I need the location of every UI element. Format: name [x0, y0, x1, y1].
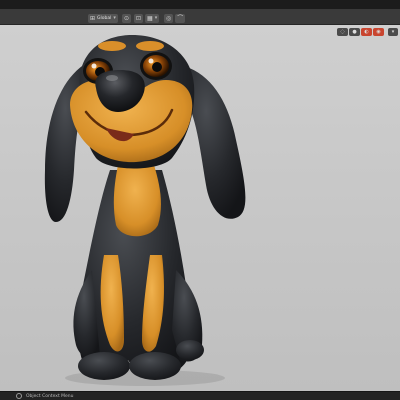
material-icon: ◐ — [364, 29, 369, 35]
transform-orientation-label: Global — [97, 15, 112, 21]
material-shading-button[interactable]: ◐ — [361, 28, 372, 36]
solid-shading-button[interactable]: ● — [349, 28, 360, 36]
chest-patch — [113, 165, 161, 237]
viewport-header: ⊞ Global ▾ ⊙ ⊡ ▦ ▾ ◎ ⌒ — [0, 9, 400, 25]
right-eyebrow — [136, 41, 164, 51]
proportional-edit-group: ◎ ⌒ — [164, 13, 186, 23]
transform-orientation-group: ⊞ Global ▾ — [88, 13, 118, 23]
rendered-icon: ◉ — [376, 29, 381, 35]
wireframe-icon: ◌ — [340, 29, 345, 35]
status-bar: Object Context Menu — [0, 391, 400, 400]
shading-mode-group: ◌ ● ◐ ◉ — [337, 28, 384, 36]
snap-icon: ⊡ — [136, 14, 142, 22]
rendered-shading-button[interactable]: ◉ — [373, 28, 384, 36]
pivot-group: ⊙ — [122, 13, 132, 23]
proportional-edit-icon: ◎ — [166, 14, 172, 22]
snap-target-icon: ▦ — [147, 14, 153, 22]
right-hind-paw — [176, 340, 204, 360]
mouse-right-icon — [16, 393, 22, 399]
left-eyebrow — [98, 41, 126, 51]
solid-icon: ● — [352, 29, 357, 35]
status-hint: Object Context Menu — [26, 393, 74, 399]
wireframe-shading-button[interactable]: ◌ — [337, 28, 348, 36]
proportional-edit-button[interactable]: ◎ — [164, 13, 174, 23]
chevron-down-icon: ▾ — [113, 14, 116, 21]
proportional-falloff-dropdown[interactable]: ⌒ — [175, 13, 186, 23]
pivot-point-button[interactable]: ⊙ — [122, 13, 132, 23]
snap-group: ⊡ ▦ ▾ — [134, 13, 160, 23]
dog-model — [44, 35, 246, 386]
transform-orientation-icon: ⊞ — [90, 14, 96, 22]
chevron-down-icon: ▾ — [391, 29, 395, 35]
3d-viewport[interactable]: ◌ ● ◐ ◉ ▾ — [0, 25, 400, 391]
snap-toggle-button[interactable]: ⊡ — [134, 13, 144, 23]
pivot-icon: ⊙ — [124, 14, 130, 22]
snap-target-dropdown[interactable]: ▦ ▾ — [145, 13, 160, 23]
falloff-icon: ⌒ — [177, 14, 184, 22]
shading-options-dropdown[interactable]: ▾ — [388, 28, 398, 36]
chevron-down-icon: ▾ — [154, 14, 158, 21]
top-menu-bar — [0, 0, 400, 9]
left-paw — [78, 352, 130, 380]
right-paw — [129, 352, 181, 380]
transform-orientation-dropdown[interactable]: ⊞ Global ▾ — [88, 13, 118, 23]
